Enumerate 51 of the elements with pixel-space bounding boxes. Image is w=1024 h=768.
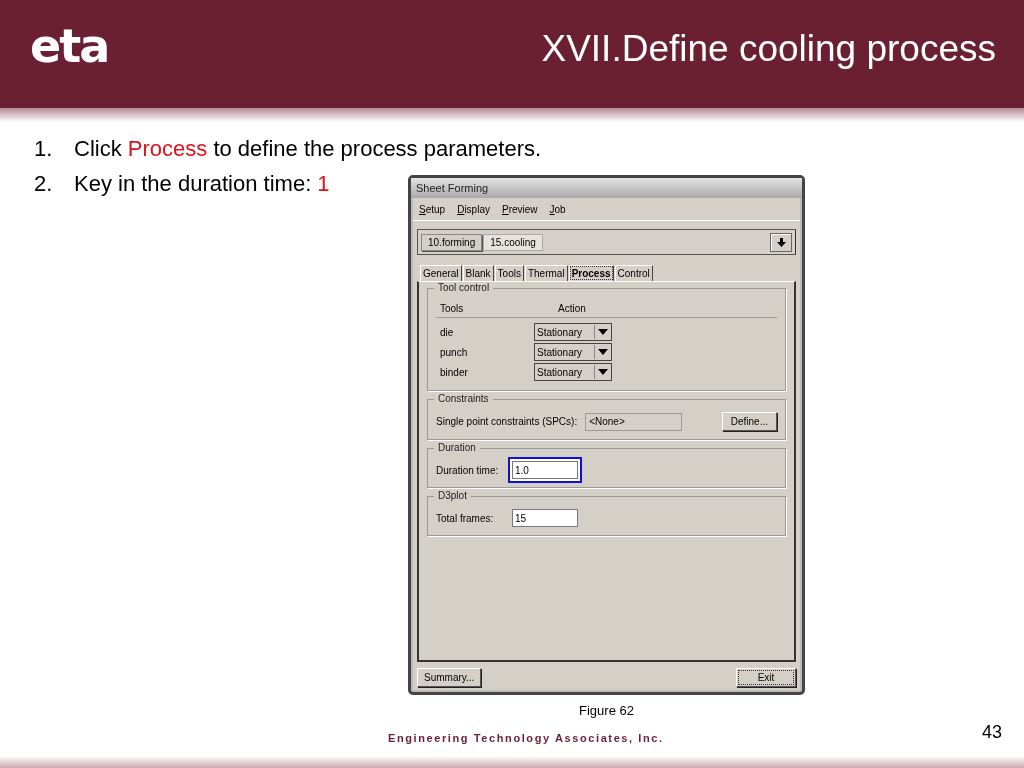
tab[interactable]: Control bbox=[614, 265, 653, 281]
column-header: Tools bbox=[440, 303, 465, 314]
dropdown-arrow-icon bbox=[598, 329, 608, 335]
action-dropdown[interactable]: Stationary bbox=[534, 323, 612, 341]
tool-name: binder bbox=[440, 366, 469, 378]
tab[interactable]: Tools bbox=[494, 265, 524, 281]
tab[interactable]: General bbox=[420, 265, 462, 281]
group-title: Duration bbox=[434, 442, 480, 453]
step-text: Key in the duration time: 1 bbox=[74, 171, 330, 197]
column-header: Action bbox=[558, 303, 587, 314]
dropdown-value: Stationary bbox=[536, 366, 584, 378]
dialog-button[interactable]: Summary... bbox=[417, 668, 482, 687]
field-label: Duration time: bbox=[436, 464, 500, 476]
stage-tab[interactable]: 10.forming bbox=[421, 233, 483, 251]
readonly-field: <None> bbox=[585, 412, 683, 431]
dropdown-value: Stationary bbox=[536, 346, 584, 358]
dropdown-value: Stationary bbox=[536, 326, 584, 338]
dialog-button[interactable]: Exit bbox=[736, 668, 796, 687]
group-title: Tool control bbox=[434, 282, 494, 293]
figure-caption: Figure 62 bbox=[579, 703, 634, 718]
menu-item[interactable]: Job bbox=[549, 203, 566, 215]
tab[interactable]: Thermal bbox=[524, 265, 568, 281]
dropdown-arrow-icon bbox=[598, 349, 608, 355]
dropdown-arrow-icon bbox=[598, 369, 608, 375]
group-title: Constraints bbox=[434, 393, 493, 404]
dropdown-button[interactable] bbox=[770, 232, 792, 252]
step-number: 2. bbox=[34, 171, 54, 197]
input-field[interactable]: 15 bbox=[512, 509, 578, 527]
input-field[interactable]: 1.0 bbox=[512, 461, 578, 479]
field-label: Single point constraints (SPCs): bbox=[436, 416, 578, 427]
menu-item[interactable]: Setup bbox=[419, 203, 446, 215]
page-number: 43 bbox=[981, 722, 1002, 743]
step-number: 1. bbox=[34, 136, 54, 162]
slide-title: XVII.Define cooling process bbox=[541, 28, 996, 70]
window-title: Sheet Forming bbox=[411, 178, 802, 198]
tool-name: punch bbox=[440, 346, 469, 358]
tool-name: die bbox=[440, 326, 455, 338]
group-title: D3plot bbox=[434, 490, 471, 501]
define-button[interactable]: Define... bbox=[721, 412, 777, 431]
stage-tab[interactable]: 15.cooling bbox=[483, 233, 543, 251]
menu-item[interactable]: Display bbox=[457, 203, 490, 215]
logo: eta bbox=[30, 19, 109, 73]
company-name: Engineering Technology Associates, Inc. bbox=[388, 732, 664, 744]
field-label: Total frames: bbox=[436, 512, 495, 524]
step-text: Click Process to define the process parameters. bbox=[74, 136, 542, 162]
menu-item[interactable]: Preview bbox=[501, 203, 538, 215]
tab[interactable]: Blank bbox=[462, 265, 494, 281]
down-arrow-icon bbox=[776, 237, 786, 247]
action-dropdown[interactable]: Stationary bbox=[534, 343, 612, 361]
action-dropdown[interactable]: Stationary bbox=[534, 363, 612, 381]
tab[interactable]: Process bbox=[568, 265, 614, 281]
